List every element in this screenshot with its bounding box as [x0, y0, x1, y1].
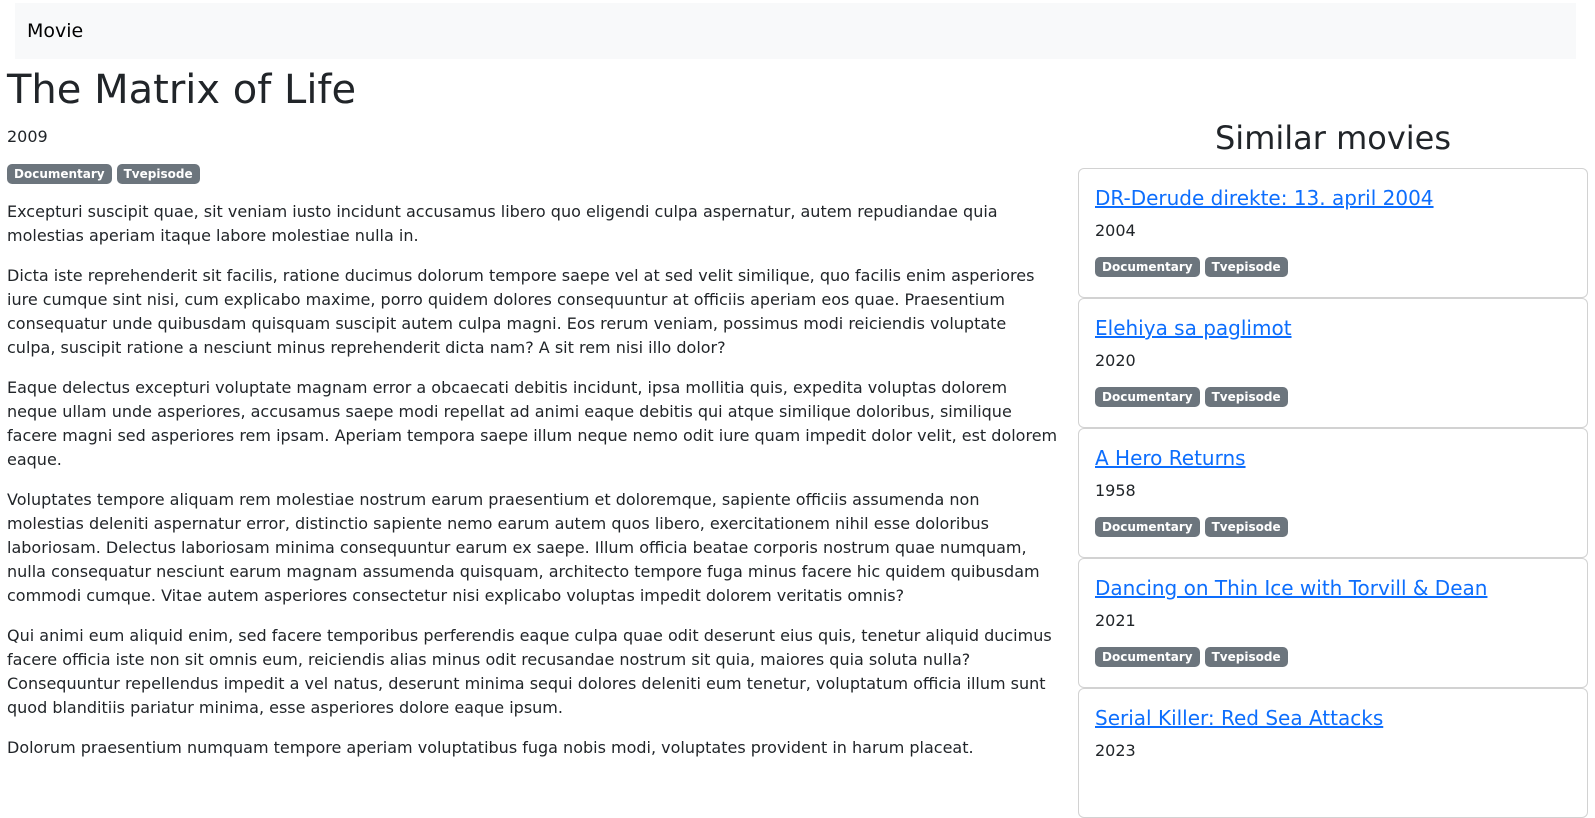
movie-description: Excepturi suscipit quae, sit veniam iust…	[7, 200, 1059, 760]
similar-movie-year: 2020	[1095, 351, 1136, 370]
similar-movie-year: 2021	[1095, 611, 1136, 630]
movie-year: 2009	[7, 127, 48, 146]
similar-movie-link[interactable]: Elehiya sa paglimot	[1095, 313, 1571, 343]
similar-movie-card: Elehiya sa paglimot 2020 Documentary Tve…	[1078, 298, 1588, 428]
similar-movie-year: 2023	[1095, 741, 1136, 760]
similar-movies: Similar movies DR-Derude direkte: 13. ap…	[1078, 118, 1588, 818]
type-badge: Tvepisode	[116, 164, 200, 184]
genre-badge: Documentary	[1095, 517, 1200, 537]
description-paragraph: Excepturi suscipit quae, sit veniam iust…	[7, 202, 998, 245]
description-paragraph: Voluptates tempore aliquam rem molestiae…	[7, 490, 1040, 605]
similar-movie-tags: Documentary Tvepisode	[1095, 387, 1571, 407]
genre-badge: Documentary	[1095, 647, 1200, 667]
genre-badge: Documentary	[7, 164, 112, 184]
movie-title: The Matrix of Life	[7, 67, 357, 113]
navbar-brand[interactable]: Movie	[27, 20, 83, 42]
description-paragraph: Dicta iste reprehenderit sit facilis, ra…	[7, 266, 1035, 357]
type-badge: Tvepisode	[1204, 647, 1288, 667]
description-paragraph: Dolorum praesentium numquam tempore aper…	[7, 738, 974, 757]
similar-movie-tags: Documentary Tvepisode	[1095, 257, 1571, 277]
type-badge: Tvepisode	[1204, 257, 1288, 277]
similar-movie-year: 1958	[1095, 481, 1136, 500]
type-badge: Tvepisode	[1204, 517, 1288, 537]
similar-movie-card: Serial Killer: Red Sea Attacks 2023	[1078, 688, 1588, 818]
type-badge: Tvepisode	[1204, 387, 1288, 407]
similar-movie-link[interactable]: Dancing on Thin Ice with Torvill & Dean	[1095, 573, 1571, 603]
genre-badge: Documentary	[1095, 257, 1200, 277]
similar-movie-card: A Hero Returns 1958 Documentary Tvepisod…	[1078, 428, 1588, 558]
description-paragraph: Eaque delectus excepturi voluptate magna…	[7, 378, 1058, 469]
similar-movie-year: 2004	[1095, 221, 1136, 240]
similar-movie-link[interactable]: A Hero Returns	[1095, 443, 1571, 473]
movie-details: The Matrix of Life 2009 Documentary Tvep…	[7, 66, 1059, 776]
similar-movie-tags: Documentary Tvepisode	[1095, 647, 1571, 667]
similar-movie-tags: Documentary Tvepisode	[1095, 517, 1571, 537]
description-paragraph: Qui animi eum aliquid enim, sed facere t…	[7, 626, 1052, 717]
similar-movie-card: DR-Derude direkte: 13. april 2004 2004 D…	[1078, 168, 1588, 298]
similar-movie-card: Dancing on Thin Ice with Torvill & Dean …	[1078, 558, 1588, 688]
movie-tags: Documentary Tvepisode	[7, 164, 1059, 184]
similar-movie-link[interactable]: Serial Killer: Red Sea Attacks	[1095, 703, 1571, 733]
genre-badge: Documentary	[1095, 387, 1200, 407]
similar-movies-heading: Similar movies	[1214, 119, 1452, 157]
navbar: Movie	[15, 3, 1576, 59]
similar-movie-link[interactable]: DR-Derude direkte: 13. april 2004	[1095, 183, 1571, 213]
